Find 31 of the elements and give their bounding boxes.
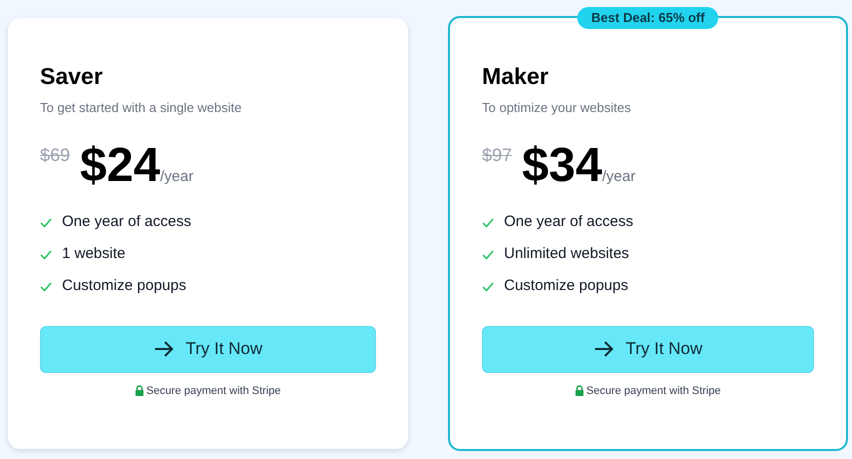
feature-text: Customize popups <box>504 276 628 296</box>
deal-badge: Best Deal: 65% off <box>577 7 719 28</box>
price-period: /year <box>602 166 636 186</box>
check-icon <box>482 282 494 292</box>
try-it-now-button[interactable]: Try It Now <box>482 326 814 372</box>
check-icon <box>482 250 494 260</box>
check-icon <box>40 218 52 228</box>
plan-name: Saver <box>40 62 104 90</box>
arrow-right-icon <box>594 341 614 357</box>
feature-text: Unlimited websites <box>504 244 630 264</box>
arrow-right-icon <box>154 341 174 357</box>
price: $34 <box>522 138 602 194</box>
try-it-now-button[interactable]: Try It Now <box>40 326 376 372</box>
plan-description: To get started with a single website <box>40 99 243 117</box>
old-price: $69 <box>40 144 70 166</box>
secure-payment-note: Secure payment with Stripe <box>146 384 281 398</box>
check-icon <box>40 250 52 260</box>
feature-text: One year of access <box>504 212 634 232</box>
secure-payment-note: Secure payment with Stripe <box>586 384 721 398</box>
feature-text: 1 website <box>62 244 126 264</box>
plan-name: Maker <box>482 62 550 90</box>
feature-text: Customize popups <box>62 276 186 296</box>
lock-icon <box>135 385 144 396</box>
check-icon <box>482 218 494 228</box>
lock-icon <box>575 385 584 396</box>
old-price: $97 <box>482 144 512 166</box>
feature-text: One year of access <box>62 212 192 232</box>
check-icon <box>40 282 52 292</box>
price: $24 <box>80 138 160 194</box>
plan-description: To optimize your websites <box>482 99 632 117</box>
price-period: /year <box>160 166 194 186</box>
